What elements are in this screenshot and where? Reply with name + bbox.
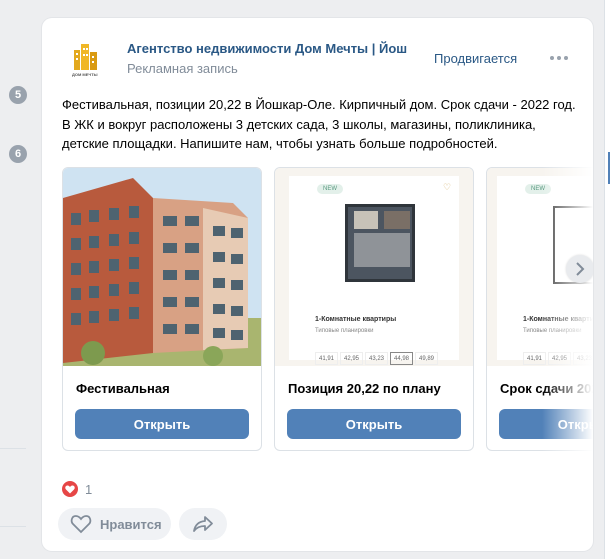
reactions-summary[interactable]: 1 bbox=[62, 481, 92, 497]
slide-title: Фестивальная bbox=[76, 381, 170, 396]
post-card: ДОМ МЕЧТЫ Агентство недвижимости Дом Меч… bbox=[42, 18, 593, 551]
heart-icon: ♡ bbox=[443, 182, 452, 192]
open-button[interactable]: Открыть bbox=[287, 409, 461, 439]
promote-status-link[interactable]: Продвигается bbox=[434, 51, 517, 66]
heart-icon bbox=[62, 481, 78, 497]
size-option: 43,23 bbox=[365, 352, 388, 365]
author-name-link[interactable]: Агентство недвижимости Дом Мечты | Йош bbox=[127, 41, 407, 56]
carousel-next-button[interactable] bbox=[566, 255, 593, 283]
plan-subtitle: Типовые планировки bbox=[315, 328, 374, 334]
share-button[interactable] bbox=[179, 508, 227, 540]
more-options-icon[interactable] bbox=[550, 54, 570, 62]
active-indicator bbox=[608, 152, 610, 184]
open-button[interactable]: Открыть bbox=[75, 409, 249, 439]
author-avatar[interactable]: ДОМ МЕЧТЫ bbox=[64, 38, 108, 82]
slide-title: Позиция 20,22 по плану bbox=[288, 381, 441, 396]
plan-title: 1-Комнатные квартиры bbox=[315, 316, 397, 323]
divider bbox=[0, 448, 26, 449]
share-icon bbox=[193, 516, 213, 532]
post-text: Фестивальная, позиции 20,22 в Йошкар-Оле… bbox=[62, 97, 576, 151]
like-button[interactable]: Нравится bbox=[58, 508, 171, 540]
size-option: 41,91 bbox=[315, 352, 338, 365]
size-option-selected: 44,98 bbox=[390, 352, 413, 365]
carousel-slide[interactable]: NEW ♡ 1-Комнатные квартиры Типовые плани… bbox=[274, 167, 474, 451]
like-count: 1 bbox=[85, 481, 93, 497]
like-label: Нравится bbox=[100, 516, 162, 532]
plan-details bbox=[315, 290, 433, 306]
right-sidebar-edge bbox=[604, 0, 612, 559]
divider bbox=[0, 526, 26, 527]
carousel-fade bbox=[542, 167, 593, 451]
size-options: 41,91 42,95 43,23 44,98 49,89 bbox=[315, 352, 438, 365]
carousel: Фестивальная Открыть NEW ♡ 1-Комнатные к… bbox=[62, 167, 593, 451]
ad-label: Рекламная запись bbox=[127, 61, 238, 76]
building-logo-icon: ДОМ МЕЧТЫ bbox=[72, 44, 98, 77]
left-rail: 5 6 bbox=[0, 0, 27, 559]
heart-outline-icon bbox=[70, 515, 92, 534]
new-badge: NEW bbox=[317, 184, 343, 194]
rail-badge: 5 bbox=[9, 86, 27, 104]
chevron-right-icon bbox=[576, 262, 585, 276]
rail-badge: 6 bbox=[9, 145, 27, 163]
building-photo bbox=[63, 168, 261, 366]
size-option: 49,89 bbox=[415, 352, 438, 365]
carousel-slide[interactable]: Фестивальная Открыть bbox=[62, 167, 262, 451]
floor-plan-image: NEW ♡ 1-Комнатные квартиры Типовые плани… bbox=[275, 168, 473, 366]
logo-text: ДОМ МЕЧТЫ bbox=[72, 72, 98, 77]
size-option: 42,95 bbox=[340, 352, 363, 365]
